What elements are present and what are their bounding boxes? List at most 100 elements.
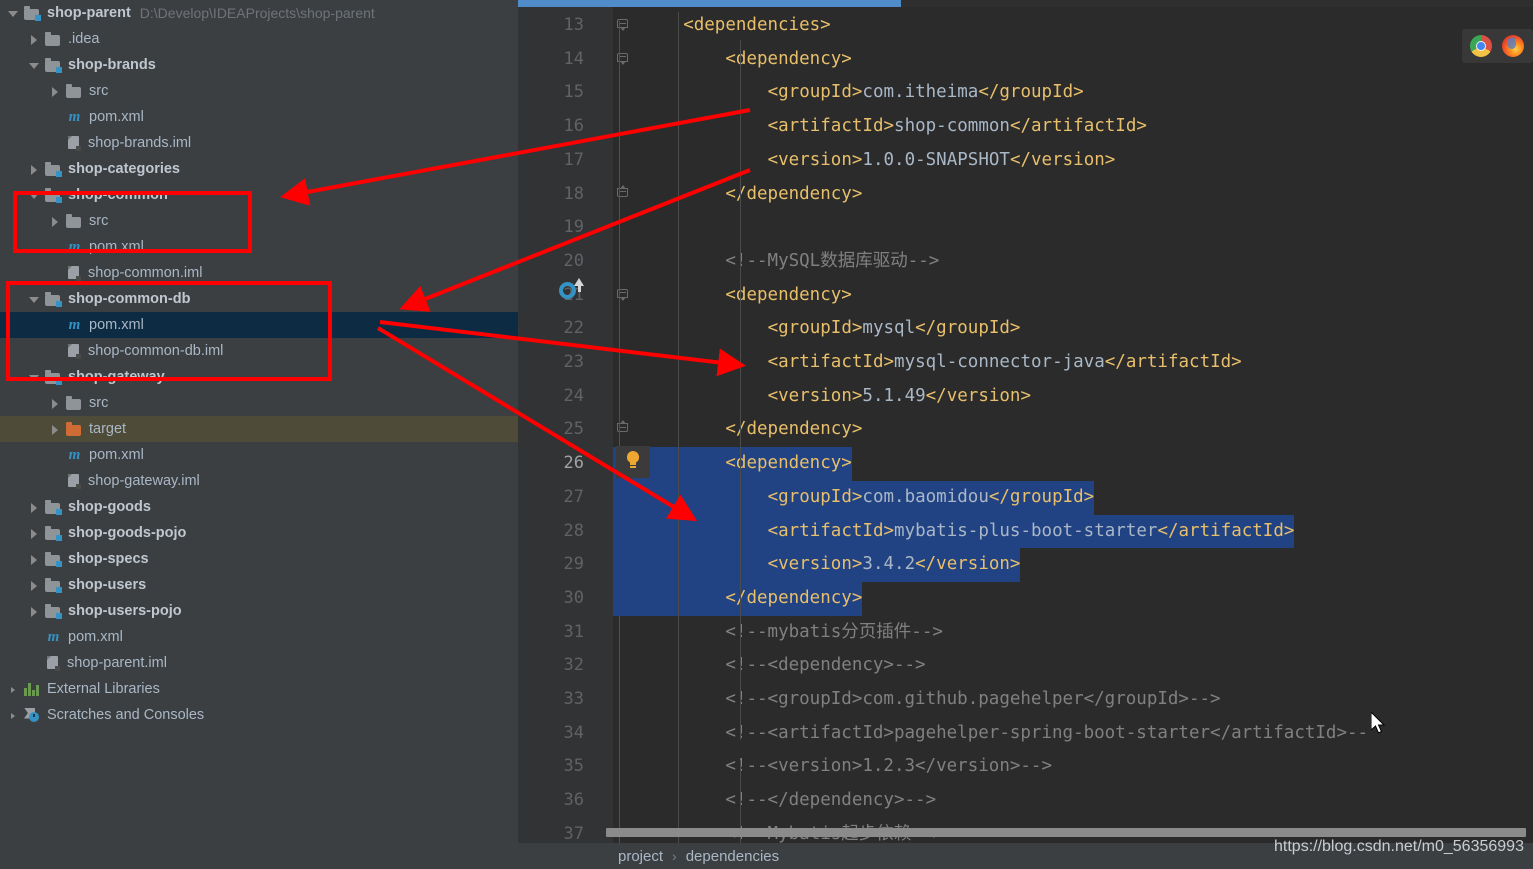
chevron-down-icon[interactable] [29, 60, 40, 71]
tree-item-shop-common-iml[interactable]: shop-common.iml [0, 260, 518, 286]
tree-item-shop-goods[interactable]: shop-goods [0, 494, 518, 520]
code-line[interactable]: <groupId>com.itheima</groupId> [613, 76, 1533, 110]
code-token-tag: <artifactId> [767, 520, 895, 541]
code-line[interactable]: <groupId>mysql</groupId> [613, 312, 1533, 346]
code-token-tag: <dependency> [725, 48, 852, 69]
indent-guide [740, 40, 741, 740]
chevron-down-icon[interactable] [29, 190, 40, 201]
code-line[interactable]: <dependency> [613, 43, 1533, 77]
tree-item-pom-xml[interactable]: m pom.xml [0, 104, 518, 130]
code-line[interactable]: <!--<groupId>com.github.pagehelper</grou… [613, 683, 1533, 717]
breadcrumb-separator: › [672, 848, 677, 864]
tree-item-scratches-and-consoles[interactable]: Scratches and Consoles [0, 702, 518, 728]
chevron-right-icon[interactable] [29, 606, 40, 617]
editor-code-area[interactable]: <dependencies> <dependency> <groupId>com.i… [613, 7, 1533, 869]
tree-item-shop-common[interactable]: shop-common [0, 182, 518, 208]
maven-reload-icon[interactable] [558, 278, 584, 304]
chevron-right-icon[interactable] [50, 216, 61, 227]
breadcrumb-item-dependencies[interactable]: dependencies [686, 848, 779, 865]
code-token-tag: </groupId> [915, 318, 1021, 339]
chevron-right-icon[interactable] [29, 164, 40, 175]
tree-item-src[interactable]: src [0, 78, 518, 104]
tree-item-shop-parent-iml[interactable]: shop-parent.iml [0, 650, 518, 676]
module-folder-icon [45, 187, 62, 203]
code-line[interactable]: <dependencies> [613, 9, 1533, 43]
tree-item-src[interactable]: src [0, 390, 518, 416]
editor-horizontal-scrollbar-top[interactable] [518, 0, 1533, 7]
chevron-right-icon[interactable] [50, 424, 61, 435]
tree-item-shop-common-db[interactable]: shop-common-db [0, 286, 518, 312]
tree-item-external-libraries[interactable]: External Libraries [0, 676, 518, 702]
code-line[interactable]: <version>3.4.2</version> [613, 548, 1533, 582]
chevron-right-icon[interactable] [29, 554, 40, 565]
chevron-right-icon[interactable] [29, 528, 40, 539]
tree-item-target[interactable]: target [0, 416, 518, 442]
code-line[interactable]: </dependency> [613, 581, 1533, 616]
chevron-down-icon[interactable] [29, 294, 40, 305]
code-line[interactable]: <artifactId>mysql-connector-java</artifa… [613, 346, 1533, 380]
editor-gutter[interactable]: 13 14 15 16 17 18 19 20 21 22 23 24 25 26 27 28 29 30 31 32… [518, 7, 613, 869]
chevron-right-icon[interactable] [8, 684, 19, 695]
code-line[interactable]: <artifactId>shop-common</artifactId> [613, 110, 1533, 144]
tree-item-shop-users[interactable]: shop-users [0, 572, 518, 598]
tree-item-pom-xml[interactable]: m pom.xml [0, 234, 518, 260]
tree-item-shop-brands-iml[interactable]: shop-brands.iml [0, 130, 518, 156]
editor-horizontal-scrollbar-bottom[interactable] [606, 828, 1526, 837]
code-line[interactable]: <!--mybatis分页插件--> [613, 616, 1533, 650]
code-token-tag: <groupId> [767, 82, 863, 103]
tree-item-shop-common-db-iml[interactable]: shop-common-db.iml [0, 338, 518, 364]
tree-item-shop-gateway[interactable]: shop-gateway [0, 364, 518, 390]
chevron-down-icon[interactable] [8, 8, 19, 19]
tree-item-pom-xml[interactable]: m pom.xml [0, 312, 518, 338]
chevron-right-icon[interactable] [50, 86, 61, 97]
scrollbar-thumb[interactable] [518, 0, 901, 7]
tree-item-shop-parent[interactable]: shop-parent D:\Develop\IDEAProjects\shop-… [0, 0, 518, 26]
chevron-right-icon[interactable] [8, 710, 19, 721]
tree-item-idea[interactable]: .idea [0, 26, 518, 52]
chevron-right-icon[interactable] [29, 34, 40, 45]
code-line[interactable]: <!--MySQL数据库驱动--> [613, 245, 1533, 279]
module-folder-icon [24, 5, 41, 21]
tree-item-shop-users-pojo[interactable]: shop-users-pojo [0, 598, 518, 624]
code-line[interactable]: </dependency> [613, 178, 1533, 212]
tree-item-shop-categories[interactable]: shop-categories [0, 156, 518, 182]
tree-item-shop-brands[interactable]: shop-brands [0, 52, 518, 78]
line-number: 27 [563, 486, 584, 507]
lightbulb-icon[interactable] [616, 446, 650, 478]
tree-item-shop-gateway-iml[interactable]: shop-gateway.iml [0, 468, 518, 494]
code-line[interactable]: <!--</dependency>--> [613, 784, 1533, 818]
tree-item-pom-xml[interactable]: m pom.xml [0, 442, 518, 468]
tree-item-shop-specs[interactable]: shop-specs [0, 546, 518, 572]
tree-item-label: shop-parent [47, 5, 131, 21]
code-line[interactable]: <!--<artifactId>pagehelper-spring-boot-s… [613, 717, 1533, 751]
breadcrumb-item-project[interactable]: project [618, 848, 663, 865]
line-number: 22 [563, 318, 584, 339]
code-line[interactable]: <groupId>com.baomidou</groupId> [613, 480, 1533, 515]
code-editor[interactable]: 13 14 15 16 17 18 19 20 21 22 23 24 25 26 27 28 29 30 31 32… [518, 0, 1533, 869]
code-line[interactable]: <version>1.0.0-SNAPSHOT</version> [613, 144, 1533, 178]
tree-item-pom-xml[interactable]: m pom.xml [0, 624, 518, 650]
code-line[interactable]: <!--<version>1.2.3</version>--> [613, 750, 1533, 784]
chevron-right-icon[interactable] [29, 580, 40, 591]
firefox-icon[interactable] [1502, 35, 1524, 57]
code-line[interactable]: <dependency> [613, 279, 1533, 313]
chevron-down-icon[interactable] [29, 372, 40, 383]
tree-item-src[interactable]: src [0, 208, 518, 234]
chevron-right-icon[interactable] [29, 502, 40, 513]
code-line[interactable]: <artifactId>mybatis-plus-boot-starter</a… [613, 514, 1533, 549]
code-line[interactable]: <version>5.1.49</version> [613, 380, 1533, 414]
line-number: 20 [563, 250, 584, 271]
code-line[interactable]: </dependency> [613, 413, 1533, 447]
chrome-icon[interactable] [1470, 35, 1492, 57]
code-token-tag: <dependencies> [683, 15, 831, 35]
code-token-tag: </artifactId> [1157, 520, 1295, 541]
code-line[interactable]: <!--<dependency>--> [613, 649, 1533, 683]
code-token-cmt: <!--<dependency>--> [725, 655, 926, 676]
tree-item-shop-goods-pojo[interactable]: shop-goods-pojo [0, 520, 518, 546]
code-line[interactable] [613, 211, 1533, 245]
chevron-right-icon[interactable] [50, 398, 61, 409]
maven-arrow-stem [577, 285, 581, 292]
code-token-cmt: <!--<artifactId>pagehelper-spring-boot-s… [725, 722, 1369, 743]
project-tree-panel[interactable]: shop-parent D:\Develop\IDEAProjects\shop-… [0, 0, 518, 869]
code-line[interactable]: <dependency> [613, 447, 1533, 481]
